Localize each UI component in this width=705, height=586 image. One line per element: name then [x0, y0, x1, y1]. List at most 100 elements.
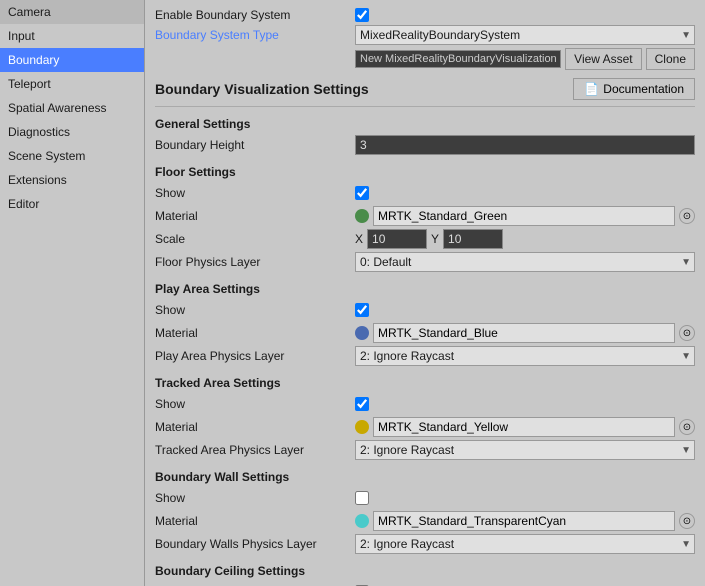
floor-show-label: Show [155, 186, 355, 200]
type-value: MixedRealityBoundarySystem ▼ [355, 25, 695, 45]
enable-value [355, 8, 695, 22]
tracked-material-picker-button[interactable]: ⊙ [679, 419, 695, 435]
ceiling-show-row: Show [155, 582, 695, 586]
floor-physics-label: Floor Physics Layer [155, 255, 355, 269]
play-material-row: Material ⊙ [155, 323, 695, 343]
wall-physics-dropdown[interactable]: 2: Ignore Raycast [355, 534, 695, 554]
floor-scale-x-input[interactable] [367, 229, 427, 249]
floor-settings-header: Floor Settings [155, 165, 695, 179]
sidebar-item-boundary[interactable]: Boundary [0, 48, 144, 72]
tracked-physics-value: 2: Ignore Raycast ▼ [355, 440, 695, 460]
tracked-material-circle [355, 420, 369, 434]
type-label: Boundary System Type [155, 28, 355, 42]
asset-input[interactable] [355, 50, 561, 68]
wall-show-checkbox[interactable] [355, 491, 369, 505]
play-material-circle [355, 326, 369, 340]
wall-show-row: Show [155, 488, 695, 508]
sidebar-item-editor[interactable]: Editor [0, 192, 144, 216]
view-asset-button[interactable]: View Asset [565, 48, 641, 70]
wall-show-label: Show [155, 491, 355, 505]
floor-material-input[interactable] [373, 206, 675, 226]
boundary-height-value [355, 135, 695, 155]
general-settings-header: General Settings [155, 117, 695, 131]
wall-material-row: Material ⊙ [155, 511, 695, 531]
play-show-value [355, 303, 695, 317]
tracked-show-value [355, 397, 695, 411]
sidebar-item-extensions[interactable]: Extensions [0, 168, 144, 192]
tracked-material-input[interactable] [373, 417, 675, 437]
wall-settings-header: Boundary Wall Settings [155, 470, 695, 484]
wall-physics-row: Boundary Walls Physics Layer 2: Ignore R… [155, 534, 695, 554]
boundary-height-label: Boundary Height [155, 138, 355, 152]
floor-physics-dropdown-wrap: 0: Default ▼ [355, 252, 695, 272]
floor-scale-row-inner: X Y [355, 229, 695, 249]
play-show-checkbox[interactable] [355, 303, 369, 317]
asset-value: View Asset Clone [355, 48, 695, 70]
floor-scale-y-input[interactable] [443, 229, 503, 249]
tracked-material-value: ⊙ [355, 417, 695, 437]
floor-show-row: Show [155, 183, 695, 203]
floor-physics-dropdown[interactable]: 0: Default [355, 252, 695, 272]
enable-checkbox[interactable] [355, 8, 369, 22]
wall-material-value: ⊙ [355, 511, 695, 531]
enable-label: Enable Boundary System [155, 8, 355, 22]
floor-material-label: Material [155, 209, 355, 223]
tracked-show-row: Show [155, 394, 695, 414]
tracked-physics-dropdown-wrap: 2: Ignore Raycast ▼ [355, 440, 695, 460]
tracked-physics-row: Tracked Area Physics Layer 2: Ignore Ray… [155, 440, 695, 460]
tracked-physics-dropdown[interactable]: 2: Ignore Raycast [355, 440, 695, 460]
floor-scale-value: X Y [355, 229, 695, 249]
floor-material-circle [355, 209, 369, 223]
boundary-height-row: Boundary Height [155, 135, 695, 155]
main-content: Enable Boundary System Boundary System T… [145, 0, 705, 586]
wall-material-input[interactable] [373, 511, 675, 531]
play-physics-row: Play Area Physics Layer 2: Ignore Raycas… [155, 346, 695, 366]
play-material-input[interactable] [373, 323, 675, 343]
play-material-value: ⊙ [355, 323, 695, 343]
sidebar-item-input[interactable]: Input [0, 24, 144, 48]
type-dropdown-wrap: MixedRealityBoundarySystem ▼ [355, 25, 695, 45]
boundary-height-input[interactable] [355, 135, 695, 155]
play-physics-value: 2: Ignore Raycast ▼ [355, 346, 695, 366]
play-show-label: Show [155, 303, 355, 317]
play-material-picker-button[interactable]: ⊙ [679, 325, 695, 341]
floor-physics-value: 0: Default ▼ [355, 252, 695, 272]
clone-button[interactable]: Clone [646, 48, 695, 70]
floor-scale-label: Scale [155, 232, 355, 246]
tracked-area-settings-header: Tracked Area Settings [155, 376, 695, 390]
play-show-row: Show [155, 300, 695, 320]
asset-row: View Asset Clone [155, 48, 695, 70]
floor-scale-x-label: X [355, 232, 363, 246]
type-dropdown[interactable]: MixedRealityBoundarySystem [355, 25, 695, 45]
play-physics-label: Play Area Physics Layer [155, 349, 355, 363]
sidebar-item-spatial-awareness[interactable]: Spatial Awareness [0, 96, 144, 120]
visualization-header: Boundary Visualization Settings 📄 Docume… [155, 78, 695, 100]
sidebar-item-diagnostics[interactable]: Diagnostics [0, 120, 144, 144]
divider-top [155, 106, 695, 107]
sidebar-item-scene-system[interactable]: Scene System [0, 144, 144, 168]
tracked-material-label: Material [155, 420, 355, 434]
play-material-label: Material [155, 326, 355, 340]
play-physics-dropdown[interactable]: 2: Ignore Raycast [355, 346, 695, 366]
tracked-material-row: Material ⊙ [155, 417, 695, 437]
wall-material-picker-button[interactable]: ⊙ [679, 513, 695, 529]
wall-physics-label: Boundary Walls Physics Layer [155, 537, 355, 551]
wall-physics-value: 2: Ignore Raycast ▼ [355, 534, 695, 554]
enable-row: Enable Boundary System [155, 8, 695, 22]
floor-material-value: ⊙ [355, 206, 695, 226]
floor-material-picker-button[interactable]: ⊙ [679, 208, 695, 224]
play-material-row-inner: ⊙ [355, 323, 695, 343]
visualization-title: Boundary Visualization Settings [155, 81, 369, 97]
wall-material-row-inner: ⊙ [355, 511, 695, 531]
tracked-show-checkbox[interactable] [355, 397, 369, 411]
tracked-material-row-inner: ⊙ [355, 417, 695, 437]
floor-scale-y-label: Y [431, 232, 439, 246]
floor-scale-row: Scale X Y [155, 229, 695, 249]
type-row: Boundary System Type MixedRealityBoundar… [155, 25, 695, 45]
floor-show-checkbox[interactable] [355, 186, 369, 200]
floor-material-row: Material ⊙ [155, 206, 695, 226]
sidebar-item-teleport[interactable]: Teleport [0, 72, 144, 96]
sidebar-item-camera[interactable]: Camera [0, 0, 144, 24]
documentation-button[interactable]: 📄 Documentation [573, 78, 695, 100]
tracked-physics-label: Tracked Area Physics Layer [155, 443, 355, 457]
